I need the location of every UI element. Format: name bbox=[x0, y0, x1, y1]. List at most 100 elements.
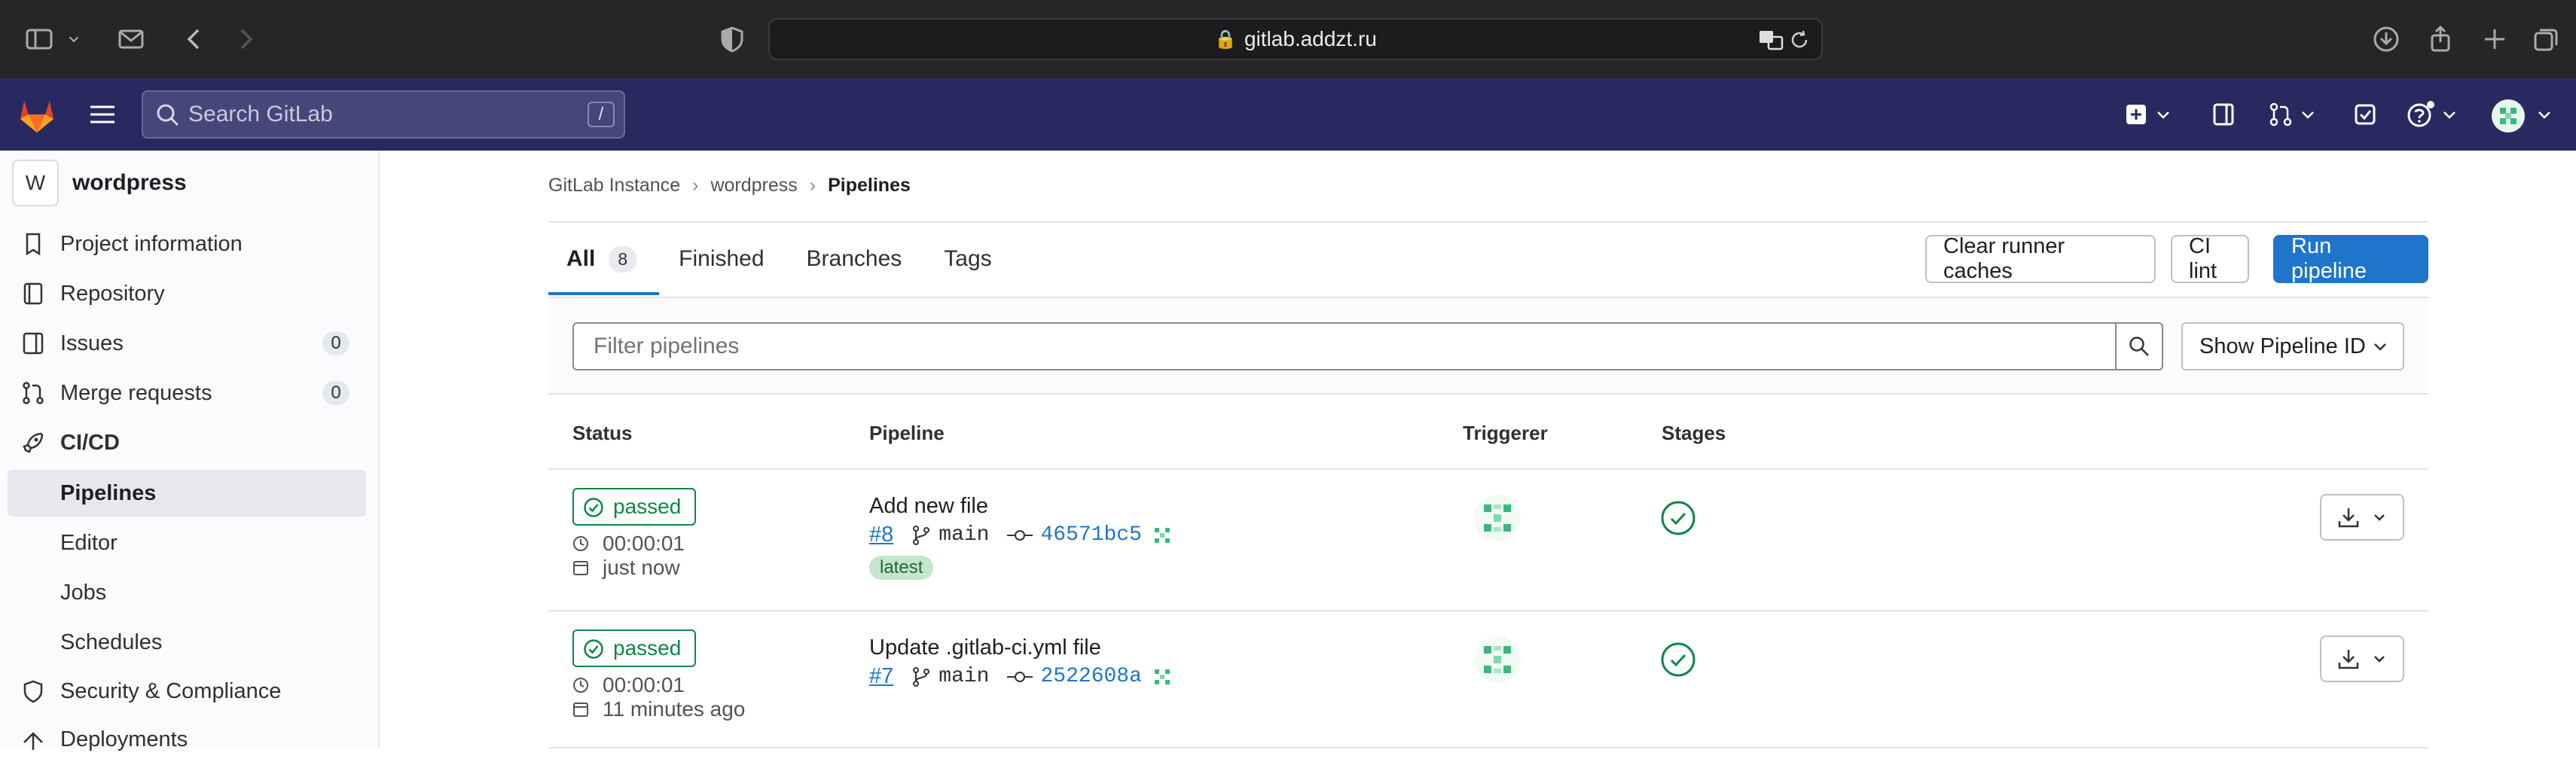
triggerer-avatar[interactable] bbox=[1473, 636, 1521, 684]
sidebar-item-repository[interactable]: Repository bbox=[8, 271, 366, 316]
stage-passed-icon[interactable] bbox=[1660, 500, 1696, 536]
column-header-stages: Stages bbox=[1662, 422, 1726, 444]
status-text: passed bbox=[613, 495, 682, 518]
chevron-down-icon bbox=[2374, 656, 2385, 663]
browser-toolbar: 🔒 gitlab.addzt.ru bbox=[0, 0, 2576, 78]
sidebar-item-project-information[interactable]: Project information bbox=[8, 221, 366, 267]
tab-finished[interactable]: Finished bbox=[679, 223, 764, 295]
share-icon[interactable] bbox=[2424, 23, 2457, 56]
rocket-icon bbox=[23, 432, 44, 453]
tab-overview-icon[interactable] bbox=[2529, 23, 2562, 56]
hamburger-menu-icon[interactable] bbox=[86, 98, 119, 131]
breadcrumb: GitLab Instance › wordpress › Pipelines bbox=[548, 175, 911, 197]
commit-icon bbox=[1007, 671, 1033, 682]
sidebar-sub-jobs[interactable]: Jobs bbox=[8, 569, 366, 616]
tab-label: All bbox=[566, 246, 596, 271]
filter-bar: Filter pipelines Show Pipeline ID bbox=[548, 297, 2428, 395]
tab-tags[interactable]: Tags bbox=[944, 223, 991, 295]
divider bbox=[548, 610, 2428, 611]
sidebar-item-cicd[interactable]: CI/CD bbox=[8, 420, 366, 465]
help-icon[interactable] bbox=[2404, 98, 2437, 131]
sidebar-item-issues[interactable]: Issues 0 bbox=[8, 321, 366, 366]
status-badge[interactable]: passed bbox=[572, 629, 696, 667]
chevron-down-icon bbox=[2374, 514, 2385, 521]
sidebar-item-merge-requests[interactable]: Merge requests 0 bbox=[8, 370, 366, 416]
tab-all[interactable]: All 8 bbox=[548, 223, 660, 295]
commit-sha[interactable]: 46571bc5 bbox=[1040, 523, 1141, 547]
new-tab-icon[interactable] bbox=[2478, 23, 2511, 56]
gitlab-logo-icon[interactable] bbox=[17, 95, 57, 136]
show-pipeline-id-dropdown[interactable]: Show Pipeline ID bbox=[2181, 322, 2404, 370]
breadcrumb-project[interactable]: wordpress bbox=[710, 175, 797, 197]
breadcrumb-root[interactable]: GitLab Instance bbox=[548, 175, 680, 197]
sidebar-sub-schedules[interactable]: Schedules bbox=[8, 619, 366, 666]
lock-icon: 🔒 bbox=[1214, 29, 1237, 50]
clock-icon bbox=[573, 678, 588, 693]
pipeline-meta: #8 main 46571bc5 bbox=[869, 523, 1172, 547]
status-success-icon bbox=[584, 498, 603, 517]
url-text: gitlab.addzt.ru bbox=[1244, 27, 1377, 50]
chevron-down-icon[interactable] bbox=[2440, 98, 2458, 131]
project-header[interactable]: W wordpress bbox=[12, 160, 187, 206]
pipeline-commit-title[interactable]: Add new file bbox=[869, 494, 988, 519]
todos-icon[interactable] bbox=[2349, 98, 2382, 131]
search-input[interactable]: Search GitLab / bbox=[142, 90, 625, 139]
clock-icon bbox=[573, 536, 588, 551]
commit-sha[interactable]: 2522608a bbox=[1040, 665, 1141, 688]
chevron-down-icon[interactable] bbox=[2299, 98, 2317, 131]
repository-icon bbox=[23, 282, 43, 305]
filter-pipelines-input[interactable]: Filter pipelines bbox=[572, 322, 2117, 370]
pipeline-commit-title[interactable]: Update .gitlab-ci.yml file bbox=[869, 636, 1101, 660]
sidebar-item-deployments[interactable]: Deployments bbox=[8, 717, 366, 762]
stage-passed-icon[interactable] bbox=[1660, 642, 1696, 678]
gitlab-navbar: Search GitLab / bbox=[0, 78, 2576, 151]
project-avatar: W bbox=[12, 160, 59, 206]
address-bar[interactable]: 🔒 gitlab.addzt.ru bbox=[768, 18, 1823, 60]
sidebar-sub-editor[interactable]: Editor bbox=[8, 520, 366, 566]
sidebar-item-label: Security & Compliance bbox=[60, 678, 282, 703]
pipeline-id-link[interactable]: #8 bbox=[869, 523, 893, 547]
reload-icon[interactable] bbox=[1788, 29, 1811, 56]
branch-ref[interactable]: main bbox=[939, 523, 989, 547]
status-text: passed bbox=[613, 636, 682, 660]
sidebar-sub-pipelines[interactable]: Pipelines bbox=[8, 470, 366, 517]
back-icon[interactable] bbox=[178, 23, 211, 56]
issues-nav-icon[interactable] bbox=[2207, 98, 2240, 131]
chevron-down-icon[interactable] bbox=[2154, 98, 2172, 131]
merge-requests-nav-icon[interactable] bbox=[2264, 98, 2297, 131]
duration-text: 00:00:01 bbox=[603, 673, 685, 696]
project-information-icon bbox=[26, 233, 41, 256]
download-artifacts-button[interactable] bbox=[2320, 636, 2404, 682]
branch-icon bbox=[913, 666, 930, 687]
branch-ref[interactable]: main bbox=[939, 665, 989, 688]
mail-icon[interactable] bbox=[114, 23, 148, 56]
clear-runner-caches-button[interactable]: Clear runner caches bbox=[1925, 234, 2156, 283]
tab-branches[interactable]: Branches bbox=[807, 223, 902, 295]
run-pipeline-button[interactable]: Run pipeline bbox=[2273, 234, 2428, 283]
chevron-down-icon bbox=[2374, 343, 2386, 351]
filter-search-button[interactable] bbox=[2115, 322, 2163, 370]
create-new-icon[interactable] bbox=[2120, 98, 2153, 131]
download-artifacts-button[interactable] bbox=[2320, 494, 2404, 541]
forward-icon[interactable] bbox=[229, 23, 262, 56]
pipeline-id-link[interactable]: #7 bbox=[869, 664, 893, 689]
author-avatar-icon bbox=[1154, 669, 1170, 684]
triggerer-avatar[interactable] bbox=[1473, 494, 1521, 542]
column-header-pipeline: Pipeline bbox=[869, 422, 945, 444]
user-avatar[interactable] bbox=[2490, 98, 2526, 134]
ci-lint-button[interactable]: CI lint bbox=[2171, 234, 2249, 283]
project-name: wordpress bbox=[72, 170, 187, 195]
sidebar-item-security-compliance[interactable]: Security & Compliance bbox=[8, 669, 366, 714]
sidebar-toggle-icon[interactable] bbox=[23, 23, 56, 56]
search-shortcut: / bbox=[588, 102, 615, 127]
privacy-shield-icon[interactable] bbox=[716, 23, 749, 56]
downloads-icon[interactable] bbox=[2370, 23, 2403, 56]
breadcrumb-current[interactable]: Pipelines bbox=[828, 175, 911, 197]
chevron-down-icon[interactable] bbox=[2535, 98, 2553, 131]
chevron-down-icon[interactable] bbox=[63, 23, 84, 56]
merge-request-icon bbox=[23, 382, 44, 404]
search-icon bbox=[2129, 337, 2149, 356]
time-text: 11 minutes ago bbox=[603, 697, 746, 721]
status-badge[interactable]: passed bbox=[572, 488, 696, 526]
translate-icon[interactable] bbox=[1758, 29, 1784, 56]
